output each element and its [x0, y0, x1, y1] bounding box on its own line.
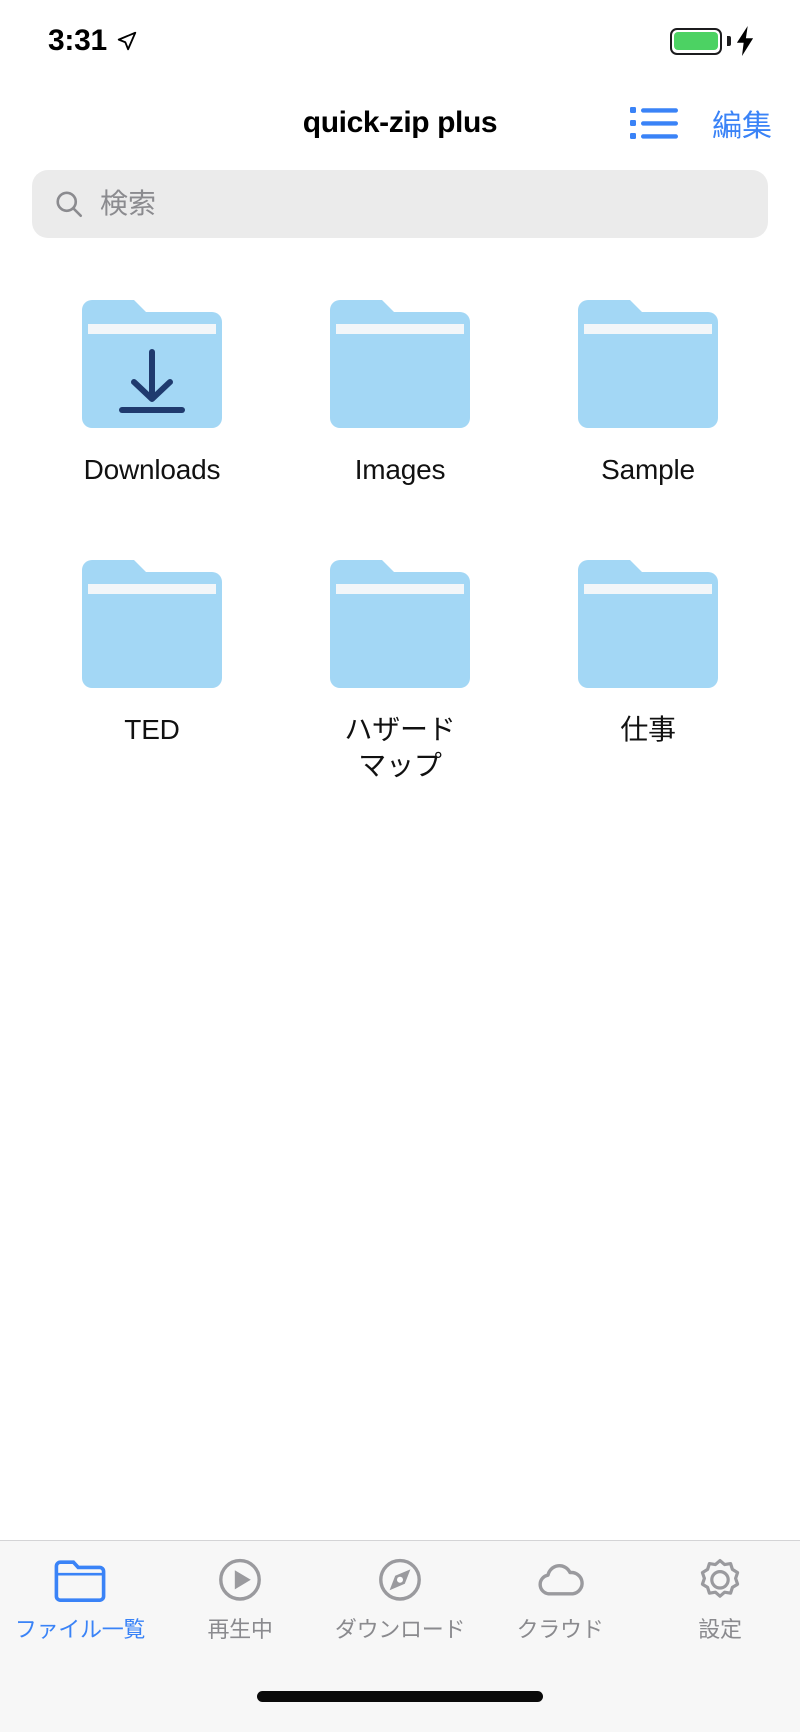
- app-screen: 3:31 quick-zip plus 編集 検索 Downloads Imag…: [0, 0, 800, 1732]
- list-view-icon[interactable]: [630, 105, 678, 141]
- folder-icon: [330, 559, 470, 688]
- search-field[interactable]: [32, 170, 768, 238]
- tab-label: クラウド: [516, 1617, 604, 1642]
- folder-item-sample[interactable]: Sample: [524, 290, 772, 488]
- folder-icon: [578, 559, 718, 688]
- tab-label: ファイル一覧: [14, 1617, 146, 1642]
- folder-label: TED: [124, 713, 180, 745]
- tab-settings[interactable]: 設定: [640, 1557, 800, 1644]
- location-arrow-icon: [117, 31, 137, 51]
- folder-item-downloads[interactable]: Downloads: [28, 290, 276, 488]
- folder-item-work[interactable]: 仕事: [524, 550, 772, 784]
- battery-icon: [670, 27, 731, 55]
- status-bar: 3:31: [0, 0, 800, 82]
- folder-grid: Downloads Images Sample TED ハザード マップ 仕事: [0, 290, 800, 783]
- folder-label: Sample: [601, 454, 695, 485]
- status-time: 3:31: [48, 24, 107, 57]
- status-bar-left: 3:31: [48, 24, 138, 58]
- folder-item-images[interactable]: Images: [276, 290, 524, 488]
- folder-label: 仕事: [620, 713, 676, 745]
- folder-label: Downloads: [83, 454, 221, 485]
- folder-outline-icon: [54, 1560, 106, 1602]
- home-indicator-area: [0, 1660, 800, 1732]
- navigation-bar: quick-zip plus 編集: [0, 82, 800, 164]
- folder-label: ハザード マップ: [344, 713, 456, 781]
- search-icon: [56, 191, 83, 218]
- folder-icon: [578, 300, 718, 428]
- search-input[interactable]: [100, 188, 746, 220]
- folder-item-ted[interactable]: TED: [28, 550, 276, 784]
- folder-item-hazard-map[interactable]: ハザード マップ: [276, 550, 524, 784]
- compass-icon: [379, 1558, 421, 1601]
- tab-bar: ファイル一覧 再生中 ダウンロード クラウド 設定: [0, 1540, 800, 1660]
- tab-label: 再生中: [207, 1617, 273, 1642]
- edit-button[interactable]: 編集: [712, 101, 772, 145]
- folder-download-icon: [82, 300, 222, 428]
- lightning-bolt-icon: [736, 26, 754, 56]
- play-circle-icon: [219, 1558, 261, 1601]
- gear-icon: [700, 1559, 740, 1598]
- tab-now-playing[interactable]: 再生中: [160, 1557, 320, 1644]
- folder-icon: [82, 559, 222, 688]
- status-bar-right: [670, 26, 756, 56]
- folder-grid-container: Downloads Images Sample TED ハザード マップ 仕事: [0, 238, 800, 1540]
- folder-icon: [330, 300, 470, 428]
- home-indicator[interactable]: [257, 1690, 543, 1702]
- tab-label: 設定: [698, 1617, 742, 1642]
- tab-file-list[interactable]: ファイル一覧: [0, 1557, 160, 1644]
- search-bar-container: [0, 164, 800, 238]
- folder-label: Images: [354, 454, 446, 485]
- tab-cloud[interactable]: クラウド: [480, 1557, 640, 1644]
- tab-label: ダウンロード: [334, 1617, 466, 1642]
- nav-actions: 編集: [630, 101, 772, 145]
- tab-download[interactable]: ダウンロード: [320, 1557, 480, 1644]
- cloud-icon: [538, 1564, 584, 1596]
